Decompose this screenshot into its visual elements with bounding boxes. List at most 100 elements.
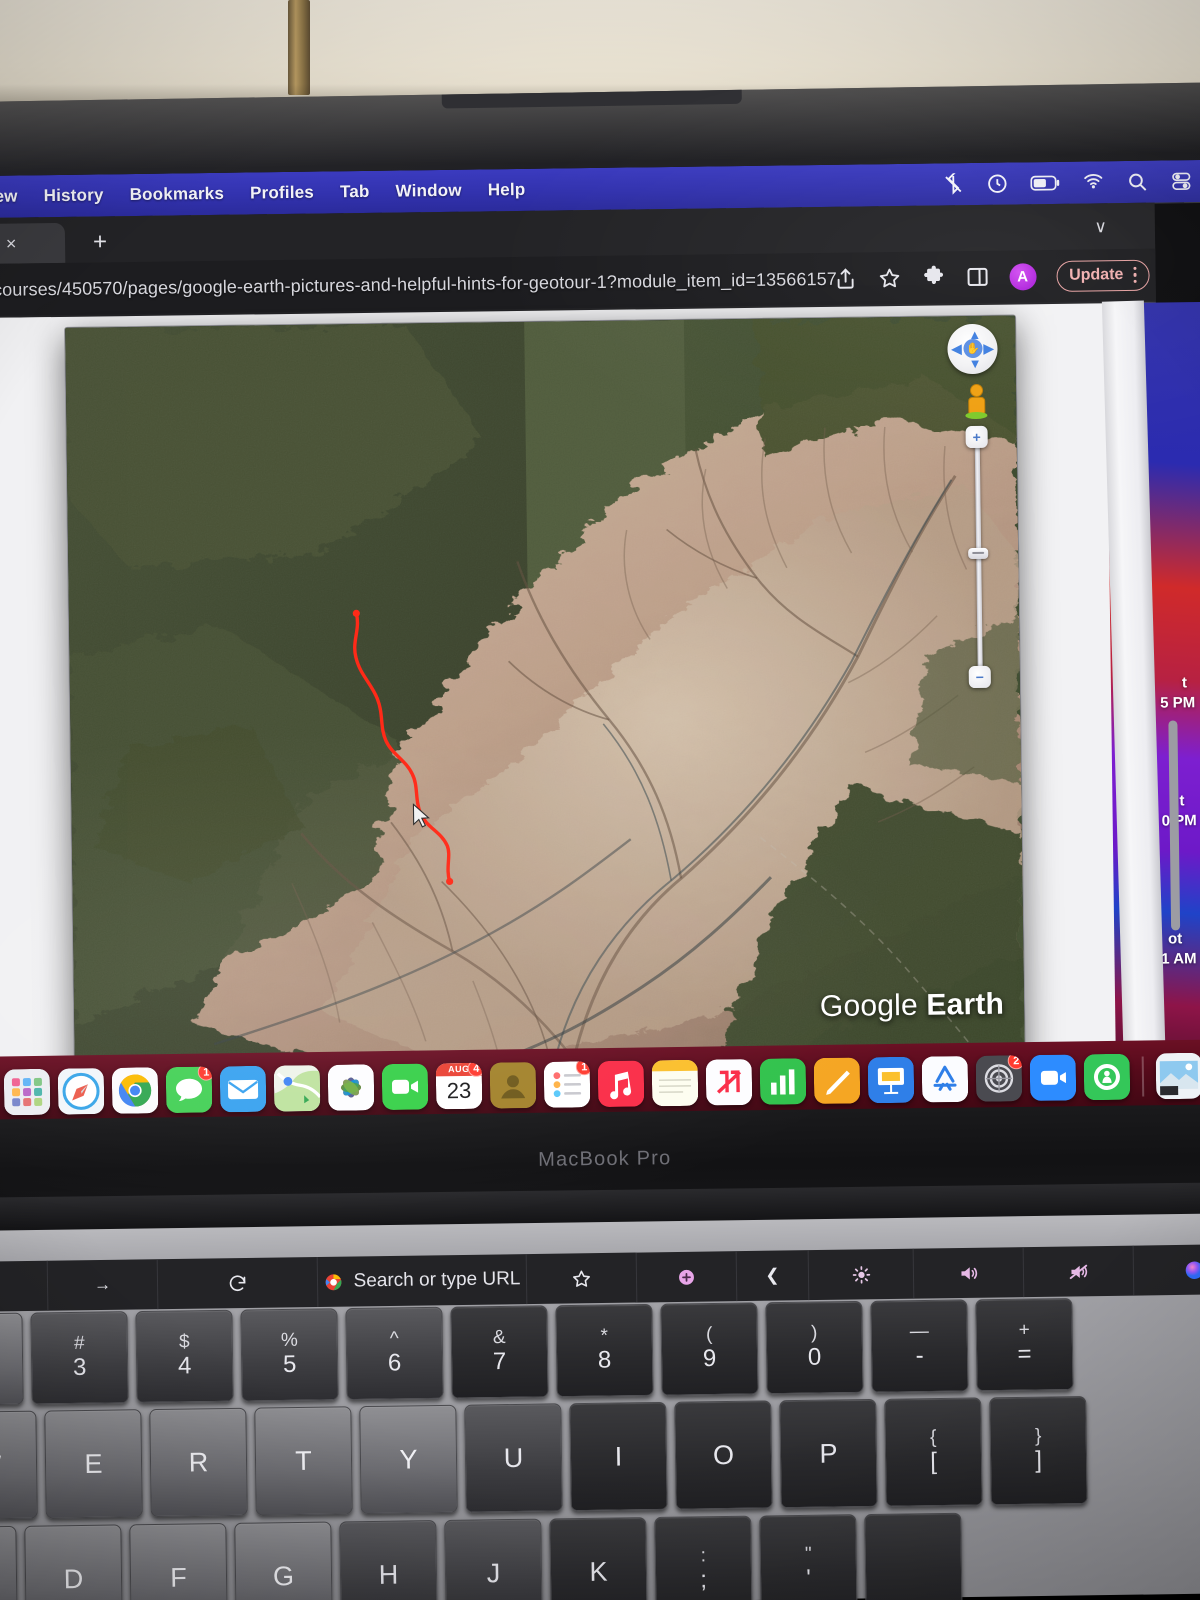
satellite-map-canvas[interactable] bbox=[65, 315, 1025, 1077]
touchbar-brightness-button[interactable] bbox=[808, 1248, 915, 1301]
key-9[interactable]: (9 bbox=[660, 1302, 759, 1396]
key-w[interactable]: W bbox=[0, 1410, 38, 1521]
key-i[interactable]: I bbox=[569, 1401, 668, 1512]
key-6[interactable]: ^ 6 bbox=[345, 1306, 444, 1401]
touchbar-mute-button[interactable] bbox=[1023, 1245, 1135, 1298]
keyboard-number-row[interactable]: @2 #3 $4 %5 ^6 &7 *8 (9 )0 —- += bbox=[0, 1297, 1074, 1407]
pan-right-icon[interactable]: ▶ bbox=[983, 341, 993, 356]
chevron-down-icon[interactable]: ∨ bbox=[1094, 217, 1107, 237]
key-g[interactable]: G bbox=[234, 1521, 333, 1600]
safari-icon[interactable] bbox=[57, 1068, 105, 1115]
bookmark-star-icon[interactable] bbox=[877, 266, 901, 290]
key-r[interactable]: R bbox=[149, 1407, 248, 1518]
touchbar-escape[interactable] bbox=[0, 1260, 49, 1313]
key-u[interactable]: U bbox=[464, 1403, 563, 1513]
key-7[interactable]: & 7 bbox=[450, 1305, 549, 1399]
touchbar-reload-button[interactable] bbox=[157, 1256, 319, 1310]
touchbar-bookmark-button[interactable] bbox=[526, 1252, 638, 1305]
key-t[interactable]: T bbox=[254, 1406, 353, 1516]
menu-item-view[interactable]: View bbox=[0, 187, 18, 208]
music-icon[interactable] bbox=[597, 1060, 645, 1107]
key-p[interactable]: P bbox=[779, 1398, 878, 1509]
pan-left-icon[interactable]: ◀ bbox=[951, 341, 961, 356]
reminders-icon[interactable]: 1 bbox=[543, 1061, 591, 1108]
key-f[interactable]: F bbox=[129, 1522, 228, 1600]
pan-hand-icon[interactable]: ✋ bbox=[963, 338, 983, 359]
key-8[interactable]: * 8 bbox=[555, 1303, 654, 1398]
pages-icon[interactable] bbox=[813, 1057, 861, 1104]
key-equals[interactable]: + = bbox=[975, 1297, 1074, 1392]
browser-tab[interactable]: Pictures (and hel × bbox=[0, 222, 66, 266]
key-e[interactable]: E bbox=[44, 1409, 143, 1519]
address-bar[interactable]: sfcollege.edu/courses/450570/pages/googl… bbox=[0, 268, 837, 302]
google-earth-window[interactable]: ▲ ▼ ◀ ▶ ✋ + − Google Earth bbox=[64, 314, 1026, 1077]
pan-compass-control[interactable]: ▲ ▼ ◀ ▶ ✋ bbox=[947, 323, 998, 375]
mail-icon[interactable] bbox=[219, 1065, 267, 1113]
key-2[interactable]: @2 bbox=[0, 1312, 24, 1407]
numbers-icon[interactable] bbox=[759, 1058, 807, 1105]
keyboard-home-row[interactable]: S D F G H J K :; "' bbox=[0, 1512, 963, 1600]
key-o[interactable]: O bbox=[674, 1400, 773, 1510]
key-h[interactable]: H bbox=[339, 1520, 438, 1600]
pan-down-icon[interactable]: ▼ bbox=[969, 356, 982, 371]
zoom-slider-thumb[interactable] bbox=[968, 547, 989, 560]
key-semicolon[interactable]: :; bbox=[654, 1515, 753, 1600]
menu-item-profiles[interactable]: Profiles bbox=[250, 183, 314, 204]
wifi-icon[interactable] bbox=[1082, 171, 1104, 193]
side-panel-icon[interactable] bbox=[965, 265, 989, 289]
extensions-puzzle-icon[interactable] bbox=[921, 265, 945, 289]
photos-icon[interactable] bbox=[327, 1064, 375, 1111]
chrome-icon[interactable] bbox=[111, 1067, 159, 1114]
key-3[interactable]: #3 bbox=[30, 1311, 129, 1405]
key-0[interactable]: ) 0 bbox=[765, 1300, 864, 1395]
chrome-menu-icon[interactable] bbox=[1133, 267, 1137, 283]
touchbar-back-chevron[interactable]: ❮ bbox=[736, 1250, 810, 1302]
time-machine-icon[interactable] bbox=[986, 173, 1008, 195]
zoom-icon[interactable] bbox=[1029, 1054, 1077, 1101]
key-k[interactable]: K bbox=[549, 1517, 648, 1600]
touchbar-new-tab-button[interactable] bbox=[636, 1251, 738, 1303]
zoom-out-button[interactable]: − bbox=[968, 665, 991, 689]
messages-icon[interactable]: 1 bbox=[165, 1066, 213, 1113]
share-icon[interactable] bbox=[833, 267, 857, 291]
menu-item-tab[interactable]: Tab bbox=[340, 182, 370, 202]
touchbar-forward-button[interactable]: → bbox=[47, 1259, 159, 1311]
menu-item-window[interactable]: Window bbox=[395, 181, 461, 202]
key-minus[interactable]: — - bbox=[870, 1299, 969, 1393]
key-s[interactable]: S bbox=[0, 1525, 18, 1600]
key-d[interactable]: D bbox=[24, 1524, 123, 1600]
menu-item-bookmarks[interactable]: Bookmarks bbox=[130, 184, 225, 205]
key-return[interactable] bbox=[864, 1512, 963, 1600]
facetime-icon[interactable] bbox=[381, 1063, 429, 1110]
spotlight-search-icon[interactable] bbox=[1126, 171, 1148, 193]
keynote-icon[interactable] bbox=[867, 1056, 915, 1104]
zoom-slider[interactable]: + − bbox=[965, 425, 991, 689]
street-view-pegman-icon[interactable] bbox=[965, 383, 988, 420]
touchbar-volume-button[interactable] bbox=[913, 1247, 1025, 1299]
preview-icon[interactable] bbox=[1155, 1052, 1200, 1100]
launchpad-icon[interactable] bbox=[3, 1068, 51, 1116]
battery-icon[interactable] bbox=[1030, 172, 1060, 194]
touchbar-search-field[interactable]: Search or type URL bbox=[317, 1254, 528, 1307]
key-j[interactable]: J bbox=[444, 1518, 543, 1600]
news-icon[interactable] bbox=[705, 1059, 753, 1106]
bluetooth-off-icon[interactable] bbox=[942, 173, 964, 195]
key-bracket-right[interactable]: }] bbox=[989, 1395, 1088, 1506]
control-center-icon[interactable] bbox=[1170, 170, 1192, 192]
tab-close-icon[interactable]: × bbox=[6, 234, 17, 254]
profile-avatar[interactable]: A bbox=[1008, 262, 1037, 291]
update-button[interactable]: Update bbox=[1055, 259, 1150, 292]
key-quote[interactable]: " ' bbox=[759, 1514, 858, 1600]
system-settings-icon[interactable]: 2 bbox=[975, 1055, 1023, 1102]
notes-icon[interactable] bbox=[651, 1059, 699, 1107]
touchbar-siri-button[interactable] bbox=[1134, 1244, 1200, 1296]
key-4[interactable]: $4 bbox=[135, 1309, 234, 1404]
calendar-icon[interactable]: AUG 23 4 bbox=[435, 1062, 483, 1110]
find-my-icon[interactable] bbox=[1083, 1053, 1131, 1101]
zoom-in-button[interactable]: + bbox=[965, 425, 988, 449]
contacts-icon[interactable] bbox=[489, 1062, 537, 1109]
new-tab-button[interactable]: + bbox=[87, 228, 113, 256]
key-bracket-left[interactable]: {[ bbox=[884, 1397, 983, 1507]
maps-icon[interactable] bbox=[273, 1065, 321, 1112]
key-5[interactable]: % 5 bbox=[240, 1308, 339, 1402]
